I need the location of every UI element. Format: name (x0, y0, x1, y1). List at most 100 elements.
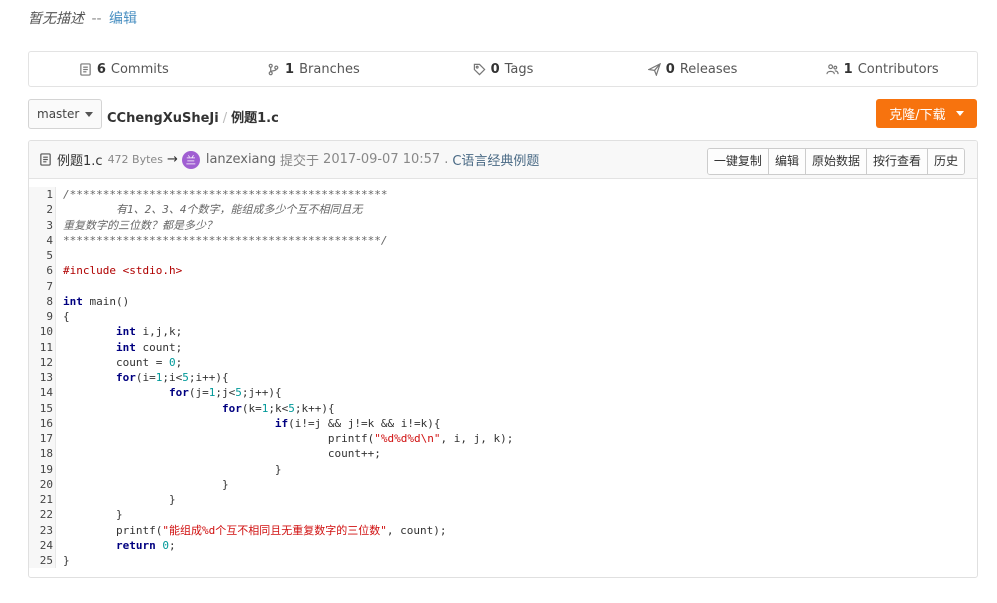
code-token: int (63, 294, 83, 308)
description-separator: -- (91, 11, 102, 27)
code-token: 5 (288, 401, 295, 415)
code-token: for (115, 371, 136, 384)
line-number[interactable]: 2 (29, 202, 53, 217)
line-number[interactable]: 24 (29, 538, 53, 553)
line-number[interactable]: 6 (29, 263, 53, 278)
breadcrumb-file: 例题1.c (231, 111, 279, 126)
code-line: if(i!=j && j!=k && i!=k){ (63, 416, 513, 431)
commit-message[interactable]: C语言经典例题 (452, 150, 539, 169)
avatar[interactable]: 兰 (181, 150, 200, 169)
line-number[interactable]: 8 (29, 294, 53, 309)
code-token: printf( (63, 432, 375, 445)
file-size: 472 Bytes (107, 153, 163, 166)
line-number[interactable]: 15 (29, 401, 53, 416)
code-token: count++; (63, 447, 381, 461)
stat-releases[interactable]: 0 Releases (598, 62, 788, 77)
code-token: } (63, 493, 176, 506)
copy-all-button[interactable]: 一键复制 (707, 149, 768, 174)
breadcrumb-repo[interactable]: CChengXuSheJi (107, 111, 219, 126)
line-number[interactable]: 22 (29, 507, 53, 522)
code-token: , i, j, k); (440, 432, 514, 445)
code-token: 0 (168, 355, 176, 369)
code-token: ;i< (162, 371, 183, 384)
line-number[interactable]: 16 (29, 416, 53, 431)
edit-description-link[interactable]: 编辑 (109, 11, 137, 27)
line-number[interactable]: 18 (29, 446, 53, 461)
line-number[interactable]: 9 (29, 309, 53, 324)
line-number[interactable]: 11 (29, 340, 53, 355)
release-icon (647, 62, 661, 76)
code-token: 5 (235, 386, 242, 400)
edit-file-button[interactable]: 编辑 (767, 149, 805, 174)
arrow-icon: → (166, 152, 178, 167)
code-line: int i,j,k; (63, 324, 513, 339)
line-number[interactable]: 21 (29, 492, 53, 507)
stat-commits[interactable]: 6 Commits (29, 62, 219, 77)
commit-action: 提交于 (280, 154, 320, 169)
code-token: /***************************************… (63, 188, 388, 201)
file-icon (40, 153, 51, 166)
branch-selector[interactable]: master (28, 99, 103, 129)
code-token: int (115, 325, 136, 339)
code-token: } (63, 477, 229, 491)
line-number[interactable]: 5 (29, 248, 53, 263)
stat-contributors[interactable]: 1 Contributors (787, 62, 977, 77)
code-token: 0 (162, 538, 169, 552)
code-line: int count; (63, 340, 513, 355)
file-actions: 一键复制 编辑 原始数据 按行查看 历史 (706, 148, 965, 175)
line-number[interactable]: 3 (29, 218, 53, 233)
code-line: printf("%d%d%d\n", i, j, k); (63, 431, 513, 446)
commit-author[interactable]: lanzexiang (206, 152, 276, 167)
line-number[interactable]: 17 (29, 431, 53, 446)
code-token: for (168, 386, 189, 400)
code-line: for(j=1;j<5;j++){ (63, 385, 513, 400)
line-number[interactable]: 1 (29, 187, 53, 202)
line-number[interactable]: 4 (29, 233, 53, 248)
stat-branches[interactable]: 1 Branches (219, 62, 409, 77)
line-number[interactable]: 23 (29, 523, 53, 538)
line-number[interactable]: 7 (29, 279, 53, 294)
code-token: 重复数字的三位数？都是多少？ (63, 218, 217, 232)
line-number[interactable]: 13 (29, 370, 53, 385)
clone-download-button[interactable]: 克隆/下载 (876, 99, 977, 128)
line-number[interactable]: 10 (29, 324, 53, 339)
code-line: 重复数字的三位数？都是多少？ (63, 218, 513, 233)
code-token: } (63, 554, 70, 567)
commits-icon (80, 62, 91, 76)
code-token: } (63, 508, 123, 522)
line-number[interactable]: 14 (29, 385, 53, 400)
code-token: ;j++){ (241, 386, 282, 400)
tags-count: 0 (490, 61, 500, 77)
raw-button[interactable]: 原始数据 (804, 149, 866, 174)
file-header: 例题1.c 472 Bytes → 兰 lanzexiang 提交于 2017-… (29, 141, 977, 179)
code-token: ;j< (215, 386, 236, 400)
code-line: } (63, 477, 513, 492)
code-token: #include <stdio.h> (63, 264, 183, 278)
releases-label: Releases (679, 61, 738, 77)
code-token: , count); (386, 523, 447, 537)
stat-tags[interactable]: 0 Tags (408, 62, 598, 77)
code-line: for(k=1;k<5;k++){ (63, 401, 513, 416)
line-number[interactable]: 12 (29, 355, 53, 370)
history-button[interactable]: 历史 (926, 149, 964, 174)
commit-dot: . (444, 152, 449, 167)
line-number[interactable]: 19 (29, 462, 53, 477)
contributors-count: 1 (843, 61, 853, 77)
releases-count: 0 (665, 61, 675, 77)
line-number[interactable]: 25 (29, 553, 53, 568)
description-text: 暂无描述 (28, 11, 84, 27)
code-line: for(i=1;i<5;i++){ (63, 370, 513, 385)
code-token: "%d%d%d\n" (374, 432, 441, 445)
code-token: return (115, 538, 156, 552)
blame-button[interactable]: 按行查看 (865, 149, 927, 174)
caret-down-icon (85, 111, 94, 117)
line-number[interactable]: 20 (29, 477, 53, 492)
line-number-gutter: 1 2 3 4 5 6 7 8 9 10 11 12 13 14 15 16 17 18 19 20 21 22 23 24 2… (29, 187, 56, 569)
code-content[interactable]: /***************************************… (56, 187, 513, 568)
code-token: (k= (241, 401, 262, 415)
code-token: (i!=j && j!=k && i!=k){ (288, 416, 441, 430)
